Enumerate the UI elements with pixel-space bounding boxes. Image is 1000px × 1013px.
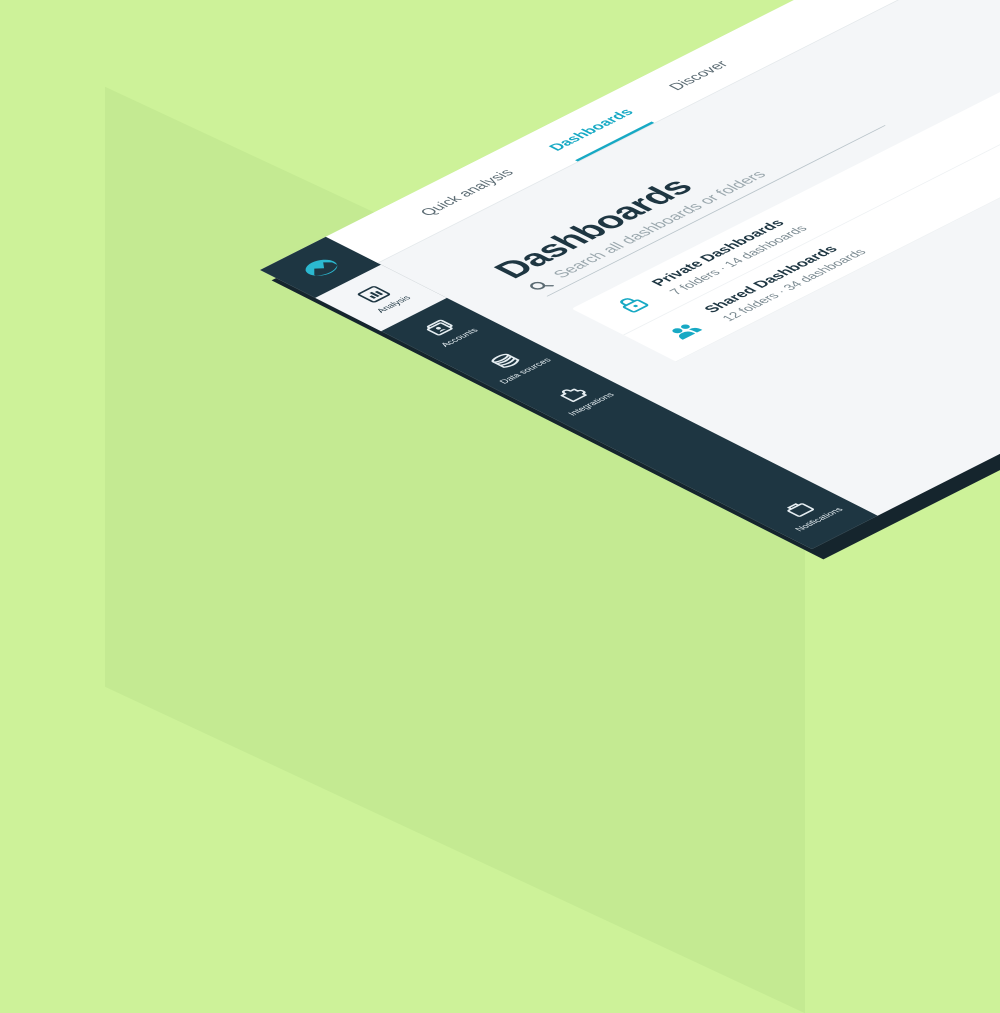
users-icon bbox=[661, 319, 707, 342]
logo-icon[interactable] bbox=[286, 250, 357, 286]
search-icon bbox=[526, 279, 554, 293]
lock-icon bbox=[609, 293, 655, 316]
